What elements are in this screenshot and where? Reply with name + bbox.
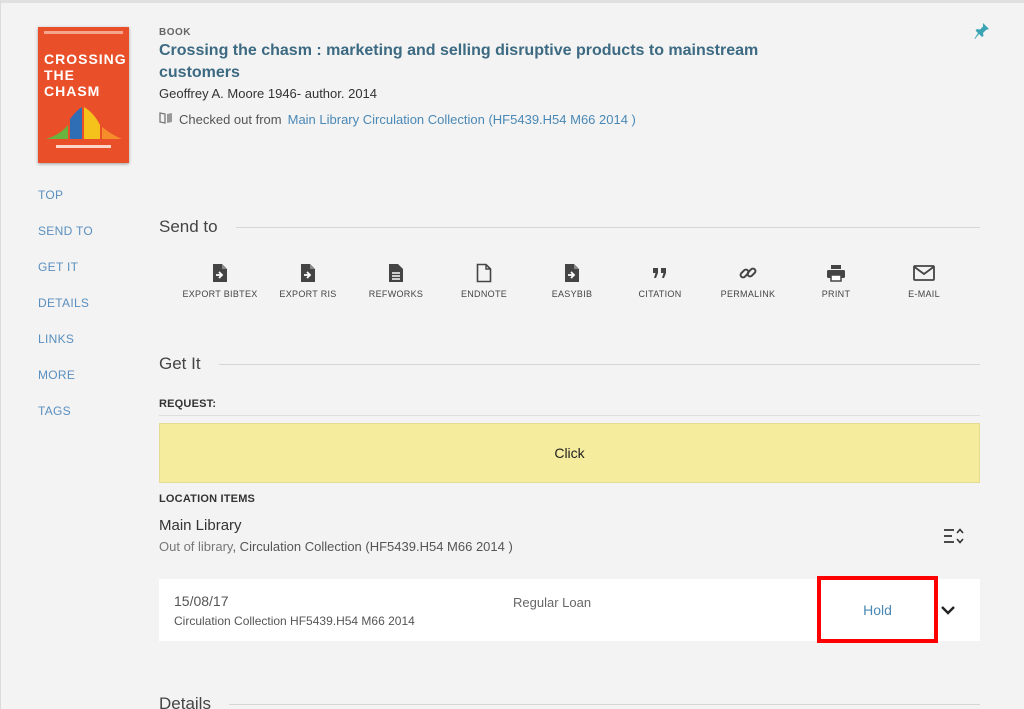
request-label: REQUEST: xyxy=(159,398,217,410)
document-icon xyxy=(388,262,404,284)
export-ris-button[interactable]: EXPORT RIS xyxy=(264,262,352,299)
send-to-actions: EXPORT BIBTEX EXPORT RIS REFWORKS ENDNOT… xyxy=(176,262,968,299)
nav-item-details[interactable]: DETAILS xyxy=(38,296,93,332)
action-label: ENDNOTE xyxy=(460,289,508,299)
action-label: REFWORKS xyxy=(368,289,424,299)
item-call-number: Circulation Collection HF5439.H54 M66 20… xyxy=(174,614,415,628)
quote-icon xyxy=(652,262,668,284)
location-status-detail: , Circulation Collection (HF5439.H54 M66… xyxy=(232,539,513,554)
nav-item-get-it[interactable]: GET IT xyxy=(38,260,93,296)
hold-button-label: Hold xyxy=(863,601,892,618)
location-items-label: LOCATION ITEMS xyxy=(159,493,256,505)
location-name: Main Library xyxy=(159,517,242,534)
easybib-button[interactable]: EASYBIB xyxy=(528,262,616,299)
send-to-heading: Send to xyxy=(159,217,218,236)
action-label: EASYBIB xyxy=(551,289,593,299)
left-border xyxy=(0,0,1,709)
record-title[interactable]: Crossing the chasm : marketing and selli… xyxy=(159,40,779,84)
sort-filter-icon[interactable] xyxy=(942,526,964,551)
email-button[interactable]: E-MAIL xyxy=(880,262,968,299)
nav-item-links[interactable]: LINKS xyxy=(38,332,93,368)
divider xyxy=(218,363,980,365)
printer-icon xyxy=(826,262,846,284)
action-label: E-MAIL xyxy=(908,289,940,299)
blank-file-icon xyxy=(476,262,492,284)
book-icon xyxy=(159,112,173,127)
mail-icon xyxy=(913,262,935,284)
availability-prefix: Checked out from xyxy=(179,112,282,127)
action-label: PERMALINK xyxy=(720,289,776,299)
send-to-section-header: Send to xyxy=(159,217,980,237)
pin-icon[interactable] xyxy=(974,22,990,45)
nav-item-top[interactable]: TOP xyxy=(38,188,93,224)
refworks-button[interactable]: REFWORKS xyxy=(352,262,440,299)
cover-curve-graphic xyxy=(46,107,122,139)
print-button[interactable]: PRINT xyxy=(792,262,880,299)
resource-type: BOOK xyxy=(159,27,191,38)
details-section-header: Details xyxy=(159,694,980,709)
action-label: PRINT xyxy=(821,289,851,299)
action-label: EXPORT BIBTEX xyxy=(182,289,258,299)
nav-item-send-to[interactable]: SEND TO xyxy=(38,224,93,260)
location-status-out: Out of library xyxy=(159,539,233,554)
item-policy: Regular Loan xyxy=(513,595,592,610)
nav-item-more[interactable]: MORE xyxy=(38,368,93,404)
action-label: EXPORT RIS xyxy=(279,289,337,299)
endnote-button[interactable]: ENDNOTE xyxy=(440,262,528,299)
divider xyxy=(159,415,980,416)
cover-title: CROSSING THE CHASM xyxy=(44,51,127,99)
permalink-button[interactable]: PERMALINK xyxy=(704,262,792,299)
get-it-heading: Get It xyxy=(159,354,201,373)
item-date: 15/08/17 xyxy=(174,593,229,609)
export-bibtex-button[interactable]: EXPORT BIBTEX xyxy=(176,262,264,299)
divider xyxy=(228,703,980,705)
file-export-icon xyxy=(300,262,316,284)
link-icon xyxy=(738,262,758,284)
chevron-down-icon[interactable] xyxy=(940,603,956,621)
details-heading: Details xyxy=(159,694,211,709)
request-button[interactable]: Click xyxy=(159,423,980,483)
availability-status: Checked out from Main Library Circulatio… xyxy=(159,112,636,127)
action-label: CITATION xyxy=(638,289,682,299)
citation-button[interactable]: CITATION xyxy=(616,262,704,299)
request-button-label: Click xyxy=(554,445,585,461)
top-border xyxy=(0,0,1024,3)
nav-item-tags[interactable]: TAGS xyxy=(38,404,93,440)
location-status: Out of library, Circulation Collection (… xyxy=(159,539,513,554)
availability-location-link[interactable]: Main Library Circulation Collection (HF5… xyxy=(288,112,636,127)
cover-tagline xyxy=(44,31,123,34)
get-it-section-header: Get It xyxy=(159,354,980,374)
file-export-icon xyxy=(564,262,580,284)
section-nav: TOP SEND TO GET IT DETAILS LINKS MORE TA… xyxy=(38,188,93,440)
cover-author xyxy=(56,145,111,148)
file-export-icon xyxy=(212,262,228,284)
book-cover-thumbnail[interactable]: CROSSING THE CHASM xyxy=(38,27,129,163)
record-author: Geoffrey A. Moore 1946- author. 2014 xyxy=(159,86,378,101)
divider xyxy=(235,226,980,228)
hold-button[interactable]: Hold xyxy=(817,576,938,643)
